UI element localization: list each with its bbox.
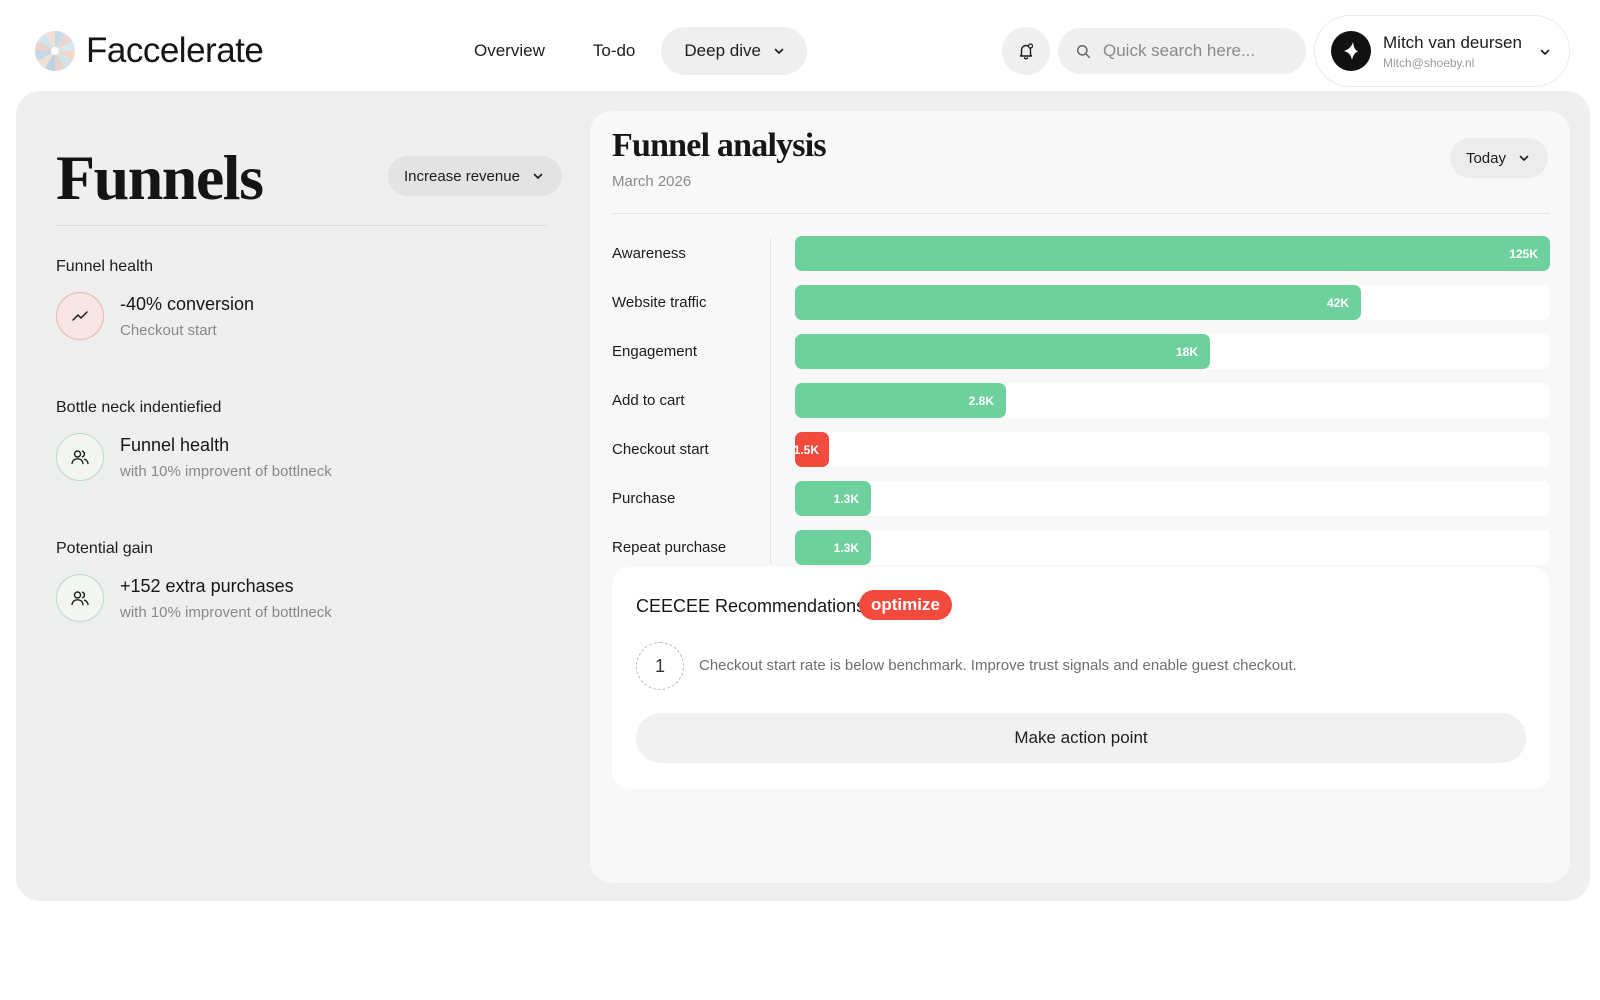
quick-search[interactable] <box>1058 28 1306 74</box>
metric-value: Funnel health <box>120 435 230 455</box>
funnel-chart: Awareness 125K Website traffic 42K Engagemen… <box>612 236 1550 579</box>
funnel-stage-label: Engagement <box>612 343 698 360</box>
funnel-bar[interactable]: 18K <box>795 334 1210 369</box>
user-email: Mitch@shoeby.nl <box>1383 55 1475 70</box>
funnel-bar[interactable]: 42K <box>795 285 1361 320</box>
goal-select[interactable]: Increase revenue <box>388 156 562 196</box>
funnel-track: 125K <box>795 236 1550 271</box>
recommendations-title: CEECEE Recommendations <box>636 596 866 616</box>
card-subtitle: March 2026 <box>612 173 692 190</box>
metric-value: -40% conversion <box>120 294 255 314</box>
metric-potential-gain: Potential gain +152 extra purchases with… <box>56 540 546 622</box>
period-select[interactable]: Today <box>1449 138 1548 178</box>
metric-sub: Checkout start <box>120 322 217 339</box>
funnel-stage-label: Awareness <box>612 245 686 262</box>
funnel-track: 18K <box>795 334 1550 369</box>
metric-icon-badge <box>56 292 104 340</box>
trend-icon <box>72 311 88 321</box>
goal-select-label: Increase revenue <box>404 167 520 185</box>
app-name: Faccelerate <box>86 31 264 70</box>
funnel-track: 1.3K <box>795 530 1550 565</box>
search-input[interactable] <box>1103 41 1293 61</box>
top-bar: Faccelerate Overview To-do Deep dive Qui… <box>0 0 1600 90</box>
funnel-row: Engagement 18K <box>612 334 1550 369</box>
recommendation-number: 1 <box>636 642 684 690</box>
nav-deep-dive[interactable]: Deep dive <box>661 27 807 75</box>
metric-sub: with 10% improvent of bottlneck <box>120 604 332 621</box>
metric-heading: Bottle neck indentiefied <box>56 399 222 416</box>
nav-todo-label: To-do <box>592 41 636 60</box>
metric-text: Funnel health with 10% improvent of bott… <box>120 435 332 480</box>
recommendation-text: Checkout start rate is below benchmark. … <box>699 657 1297 674</box>
funnel-stage-label: Website traffic <box>612 294 707 311</box>
period-select-label: Today <box>1465 149 1506 167</box>
avatar <box>1331 31 1371 71</box>
metric-row: +152 extra purchases with 10% improvent … <box>56 574 546 622</box>
app-logo[interactable]: Faccelerate <box>34 30 264 72</box>
funnel-bar[interactable]: 1.3K <box>795 530 871 565</box>
funnel-bar[interactable]: 1.3K <box>795 481 871 516</box>
funnel-row: Website traffic 42K <box>612 285 1550 320</box>
funnel-analysis-card: Funnel analysis March 2026 Today Awarene… <box>590 111 1570 883</box>
funnel-stage-label: Checkout start <box>612 441 709 458</box>
nav-overview[interactable]: Overview <box>450 27 569 75</box>
main-panel: Funnels Increase revenue Funnel health -… <box>16 91 1590 901</box>
bell-icon <box>1019 43 1034 60</box>
metric-value: +152 extra purchases <box>120 576 294 596</box>
nav-overview-label: Overview <box>474 41 545 60</box>
make-action-point-button[interactable]: Make action point <box>636 713 1526 763</box>
search-icon <box>1076 44 1091 58</box>
users-icon <box>71 591 89 606</box>
chevron-down-icon <box>774 48 784 54</box>
funnel-row: Purchase 1.3K <box>612 481 1550 516</box>
recommendations-panel: CEECEE Recommendations optimize 1 Checko… <box>612 567 1550 789</box>
metric-funnel-health: Funnel health -40% conversion Checkout s… <box>56 258 546 340</box>
user-info: Mitch van deursen Mitch@shoeby.nl <box>1383 33 1522 70</box>
metric-sub: with 10% improvent of bottlneck <box>120 463 332 480</box>
metric-heading: Potential gain <box>56 540 153 557</box>
page-title: Funnels <box>56 142 264 213</box>
chevron-down-icon <box>533 173 543 179</box>
card-title: Funnel analysis <box>612 127 827 164</box>
logo-icon <box>35 31 75 71</box>
optimize-badge: optimize <box>859 590 952 620</box>
metric-icon-badge <box>56 433 104 481</box>
funnel-bar[interactable]: 2.8K <box>795 383 1006 418</box>
divider <box>56 225 546 226</box>
user-name: Mitch van deursen <box>1383 32 1522 52</box>
metric-heading: Funnel health <box>56 258 153 275</box>
metric-text: -40% conversion Checkout start <box>120 294 254 339</box>
funnel-bar[interactable]: 1.5K <box>794 432 829 467</box>
notifications-button[interactable] <box>1002 27 1050 75</box>
funnel-track: 1.3K <box>795 481 1550 516</box>
metric-row: Funnel health with 10% improvent of bott… <box>56 433 546 481</box>
sparkle-logo-icon <box>1344 42 1358 60</box>
metric-bottleneck: Bottle neck indentiefied Funnel health w… <box>56 399 546 481</box>
funnel-track: 1.5K <box>794 432 1550 467</box>
users-icon <box>71 450 89 465</box>
funnel-stage-label: Add to cart <box>612 392 685 409</box>
nav-todo[interactable]: To-do <box>569 27 660 75</box>
metric-row: -40% conversion Checkout start <box>56 292 546 340</box>
funnel-track: 42K <box>795 285 1550 320</box>
funnel-stage-label: Purchase <box>612 490 676 507</box>
funnel-row: Repeat purchase 1.3K <box>612 530 1550 565</box>
funnel-bar[interactable]: 125K <box>795 236 1550 271</box>
nav-deep-dive-label: Deep dive <box>684 41 761 60</box>
main-nav: Overview To-do Deep dive <box>450 27 807 75</box>
metric-text: +152 extra purchases with 10% improvent … <box>120 576 332 621</box>
metric-icon-badge <box>56 574 104 622</box>
funnel-stage-label: Repeat purchase <box>612 539 727 556</box>
divider <box>612 213 1550 214</box>
user-menu[interactable]: Mitch van deursen Mitch@shoeby.nl <box>1314 15 1570 87</box>
funnel-row: Checkout start 1.5K <box>612 432 1550 467</box>
chevron-down-icon <box>1540 49 1550 55</box>
funnel-track: 2.8K <box>795 383 1550 418</box>
funnel-row: Add to cart 2.8K <box>612 383 1550 418</box>
funnel-row: Awareness 125K <box>612 236 1550 271</box>
chevron-down-icon <box>1519 155 1529 161</box>
